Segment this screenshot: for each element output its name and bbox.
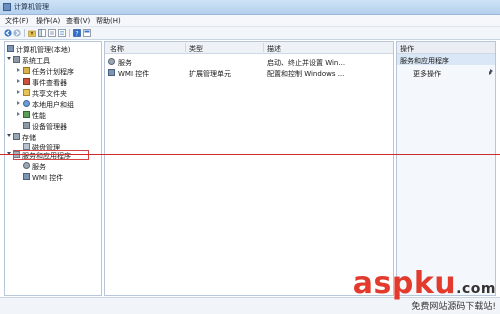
storage-icon [13, 133, 20, 140]
back-icon[interactable] [4, 29, 12, 37]
list-row[interactable]: WMI 控件 扩展管理单元 配置和控制 Windows ... [105, 67, 393, 78]
tree-item-label: 共享文件夹 [32, 90, 67, 98]
window-title: 计算机管理 [14, 3, 49, 11]
tree-item-label: 服务和应用程序 [22, 152, 71, 160]
actions-section-header[interactable]: 服务和应用程序 [397, 54, 495, 73]
help-icon[interactable]: ? [73, 29, 81, 37]
actions-title: 操作 [400, 45, 414, 53]
actions-section-label: 服务和应用程序 [400, 57, 449, 65]
toolbar: ? [0, 27, 500, 40]
collapse-arrow-icon[interactable] [17, 68, 20, 72]
list-header: 名称 类型 描述 [105, 42, 393, 54]
menu-bar: 文件(F) 操作(A) 查看(V) 帮助(H) [0, 15, 500, 27]
tree-item-label: 计算机管理(本地) [16, 46, 71, 54]
title-bar: 计算机管理 [0, 0, 500, 15]
list-row[interactable]: 服务 启动、终止并设置 Win... [105, 56, 393, 67]
submenu-arrow-icon[interactable] [489, 71, 492, 75]
row-type: 扩展管理单元 [189, 70, 231, 78]
toolbar-separator [24, 29, 25, 37]
tree-item-label: 服务 [32, 163, 46, 171]
column-header-name[interactable]: 名称 [110, 44, 124, 54]
column-header-description[interactable]: 描述 [267, 44, 281, 54]
collapse-arrow-icon[interactable] [17, 112, 20, 116]
annotation-line [0, 154, 500, 155]
tree-item-label: 任务计划程序 [32, 68, 74, 76]
tree-item-label: WMI 控件 [32, 174, 64, 182]
mmc-console-icon[interactable] [83, 29, 91, 37]
device-manager-icon [23, 122, 30, 129]
menu-action[interactable]: 操作(A) [36, 16, 60, 26]
disk-icon [23, 143, 30, 150]
shared-folder-icon [23, 89, 30, 96]
computer-icon [7, 45, 14, 52]
menu-view[interactable]: 查看(V) [66, 16, 90, 26]
event-viewer-icon [23, 78, 30, 85]
collapse-arrow-icon[interactable] [17, 101, 20, 105]
svg-text:?: ? [75, 30, 78, 37]
column-header-type[interactable]: 类型 [189, 44, 203, 54]
computer-management-icon [3, 3, 11, 11]
tree-item-label: 事件查看器 [32, 79, 67, 87]
wmi-icon [108, 69, 115, 76]
details-pane: 名称 类型 描述 服务 启动、终止并设置 Win... WMI 控件 扩展管理单… [104, 41, 394, 296]
expand-arrow-icon[interactable] [7, 134, 11, 137]
tree-item-label: 设备管理器 [32, 123, 67, 131]
task-scheduler-icon [23, 67, 30, 74]
up-folder-icon[interactable] [28, 29, 36, 37]
properties-icon[interactable] [48, 29, 56, 37]
menu-file[interactable]: 文件(F) [5, 16, 29, 26]
wmi-icon [23, 173, 30, 180]
row-name: WMI 控件 [118, 70, 150, 78]
more-actions-link[interactable]: 更多操作 [413, 69, 441, 79]
console-tree: 计算机管理(本地) 系统工具 任务计划程序 事件查看器 共享文件夹 本地用户和组… [4, 41, 102, 296]
watermark-main: aspku.com [352, 266, 496, 301]
collapse-arrow-icon[interactable] [17, 79, 20, 83]
actions-pane: 操作 服务和应用程序 更多操作 [396, 41, 496, 296]
watermark-logo: aspku.com 免费网站源码下载站! [352, 266, 496, 313]
show-hide-tree-icon[interactable] [38, 29, 46, 37]
export-list-icon[interactable] [58, 29, 66, 37]
menu-help[interactable]: 帮助(H) [96, 16, 121, 26]
tree-item-label: 本地用户和组 [32, 101, 74, 109]
performance-icon [23, 111, 30, 118]
system-tools-icon [13, 56, 20, 63]
tree-item-label: 存储 [22, 134, 36, 142]
expand-arrow-icon[interactable] [7, 57, 11, 60]
row-description: 配置和控制 Windows ... [267, 70, 345, 78]
actions-header: 操作 [397, 42, 495, 54]
gear-icon [23, 162, 30, 169]
tree-item-label: 性能 [32, 112, 46, 120]
users-icon [23, 100, 30, 107]
toolbar-separator [69, 29, 70, 37]
gear-icon [108, 58, 115, 65]
forward-icon[interactable] [13, 29, 21, 37]
column-divider[interactable] [263, 43, 264, 52]
column-divider[interactable] [185, 43, 186, 52]
tree-item-label: 系统工具 [22, 57, 50, 65]
collapse-arrow-icon[interactable] [17, 90, 20, 94]
